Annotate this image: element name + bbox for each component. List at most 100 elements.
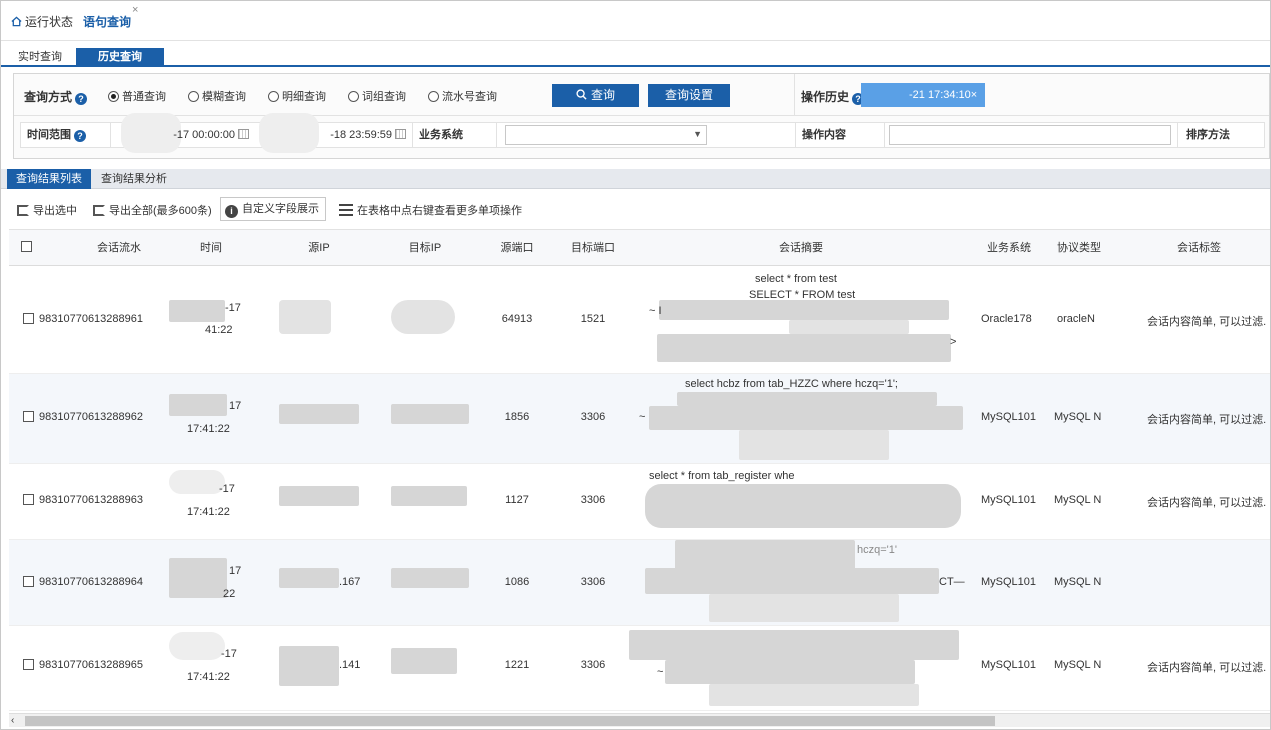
export-icon: [17, 205, 29, 216]
table-row[interactable]: 98310770613288962 17 17:41:22 1856 3306 …: [9, 374, 1270, 464]
summary-line: ~: [639, 411, 646, 423]
business-system-select[interactable]: ▼: [505, 125, 707, 145]
export-selected-label: 导出选中: [33, 205, 77, 217]
time-end-input[interactable]: -18 23:59:59: [253, 113, 413, 153]
src-ip: .167: [339, 576, 361, 588]
column-header-session-id[interactable]: 会话流水: [59, 230, 179, 266]
tab-statement-query[interactable]: 语句查询: [83, 13, 131, 30]
export-selected-button[interactable]: 导出选中: [17, 201, 77, 221]
close-tab-icon[interactable]: ×: [132, 4, 138, 16]
column-header-tag[interactable]: 会话标签: [1159, 230, 1239, 266]
dst-port: 3306: [580, 576, 606, 588]
business-system: MySQL101: [981, 659, 1037, 671]
history-chip-close-icon[interactable]: ×: [971, 89, 977, 101]
radio-serial-query[interactable]: 流水号查询: [428, 88, 497, 104]
redacted-region: [677, 392, 937, 406]
calendar-icon[interactable]: [238, 129, 249, 139]
radio-unselected-icon: [348, 91, 359, 102]
operation-content-label: 操作内容: [795, 123, 885, 147]
row-checkbox[interactable]: [23, 576, 34, 589]
tab-run-status[interactable]: 运行状态: [11, 13, 73, 30]
column-header-system[interactable]: 业务系统: [977, 230, 1041, 266]
checkbox-icon: [20, 241, 32, 252]
dst-port: 3306: [580, 411, 606, 423]
redacted-region: [169, 300, 225, 322]
column-header-protocol[interactable]: 协议类型: [1049, 230, 1109, 266]
table-header: 会话流水 时间 源IP 目标IP 源端口 目标端口 会话摘要 业务系统 协议类型…: [9, 229, 1270, 266]
protocol-type: MySQL N: [1054, 576, 1102, 588]
query-button-label: 查询: [590, 88, 615, 102]
table-row[interactable]: 98310770613288964 17 22 .167 1086 3306 h…: [9, 540, 1270, 626]
custom-fields-label: 自定义字段展示: [242, 203, 319, 215]
session-tag: 会话内容简单, 可以过滤.: [1147, 497, 1267, 509]
column-header-src-port[interactable]: 源端口: [487, 230, 547, 266]
table-row[interactable]: 98310770613288965 -17 17:41:22 .141 1221…: [9, 626, 1270, 711]
query-settings-button[interactable]: 查询设置: [648, 84, 730, 107]
business-system-label: 业务系统: [413, 123, 497, 147]
export-all-button[interactable]: 导出全部(最多600条): [93, 201, 212, 221]
protocol-type: oracleN: [1057, 313, 1095, 325]
session-id: 98310770613288963: [39, 494, 144, 506]
redacted-region: [391, 648, 457, 674]
tab-result-list[interactable]: 查询结果列表: [7, 169, 91, 189]
radio-unselected-icon: [188, 91, 199, 102]
checkbox-icon: [23, 494, 34, 505]
select-all-checkbox[interactable]: [19, 230, 33, 266]
row-checkbox[interactable]: [23, 659, 34, 672]
history-chip[interactable]: -21 17:34:10×: [861, 83, 985, 107]
src-port: 1221: [504, 659, 530, 671]
radio-detail-query[interactable]: 明细查询: [268, 88, 326, 104]
src-ip: .141: [339, 659, 361, 671]
horizontal-scrollbar[interactable]: ‹: [9, 713, 1270, 728]
business-system: Oracle178: [981, 313, 1032, 325]
session-tag: 会话内容简单, 可以过滤.: [1147, 662, 1267, 674]
row-checkbox[interactable]: [23, 494, 34, 507]
custom-fields-button[interactable]: i 自定义字段展示: [220, 197, 326, 221]
history-chip-text: -21 17:34:10: [909, 89, 971, 101]
checkbox-icon: [23, 576, 34, 587]
help-icon[interactable]: ?: [74, 130, 86, 142]
redacted-region: [279, 568, 339, 588]
calendar-icon[interactable]: [395, 129, 406, 139]
redacted-region: [709, 594, 899, 622]
toolbar-hint: 在表格中点右键查看更多单项操作: [339, 201, 522, 221]
dst-port: 3306: [580, 494, 606, 506]
info-icon: i: [225, 205, 238, 218]
table-row[interactable]: 98310770613288961 -17 41:22 64913 1521 s…: [9, 266, 1270, 374]
time-range-label-text: 时间范围: [27, 129, 71, 141]
radio-normal-label: 普通查询: [122, 91, 166, 103]
radio-fuzzy-query[interactable]: 模糊查询: [188, 88, 246, 104]
tab-history-query[interactable]: 历史查询: [76, 48, 164, 67]
column-header-dst-port[interactable]: 目标端口: [561, 230, 625, 266]
column-header-time[interactable]: 时间: [171, 230, 251, 266]
operation-content-input[interactable]: [889, 125, 1171, 145]
export-icon: [93, 205, 105, 216]
time-bottom: 41:22: [205, 324, 233, 336]
radio-normal-query[interactable]: 普通查询: [108, 88, 166, 104]
time-bottom: 17:41:22: [187, 671, 230, 683]
session-id: 98310770613288961: [39, 313, 144, 325]
query-button[interactable]: 查询: [552, 84, 639, 107]
export-all-label: 导出全部(最多600条): [109, 205, 212, 217]
column-header-src-ip[interactable]: 源IP: [279, 230, 359, 266]
tab-realtime-query[interactable]: 实时查询: [9, 48, 71, 67]
summary-line: select * from tab_register whe: [649, 470, 795, 482]
row-checkbox[interactable]: [23, 411, 34, 424]
redacted-region: [121, 113, 181, 153]
time-start-input[interactable]: -17 00:00:00: [111, 113, 253, 153]
row-checkbox[interactable]: [23, 313, 34, 326]
scroll-left-icon[interactable]: ‹: [11, 714, 14, 728]
column-header-dst-ip[interactable]: 目标IP: [385, 230, 465, 266]
scrollbar-thumb[interactable]: [25, 716, 995, 726]
column-header-summary[interactable]: 会话摘要: [741, 230, 861, 266]
redacted-region: [645, 568, 939, 594]
operation-history-label: 操作历史?: [801, 88, 865, 105]
radio-phrase-query[interactable]: 词组查询: [348, 88, 406, 104]
dst-port: 1521: [580, 313, 606, 325]
src-port: 1127: [505, 494, 529, 506]
time-top: 17: [229, 400, 242, 412]
tab-result-analysis[interactable]: 查询结果分析: [93, 169, 175, 189]
help-icon[interactable]: ?: [75, 93, 88, 105]
time-top: -17: [221, 648, 237, 660]
table-row[interactable]: 98310770613288963 -17 17:41:22 1127 3306…: [9, 464, 1270, 540]
